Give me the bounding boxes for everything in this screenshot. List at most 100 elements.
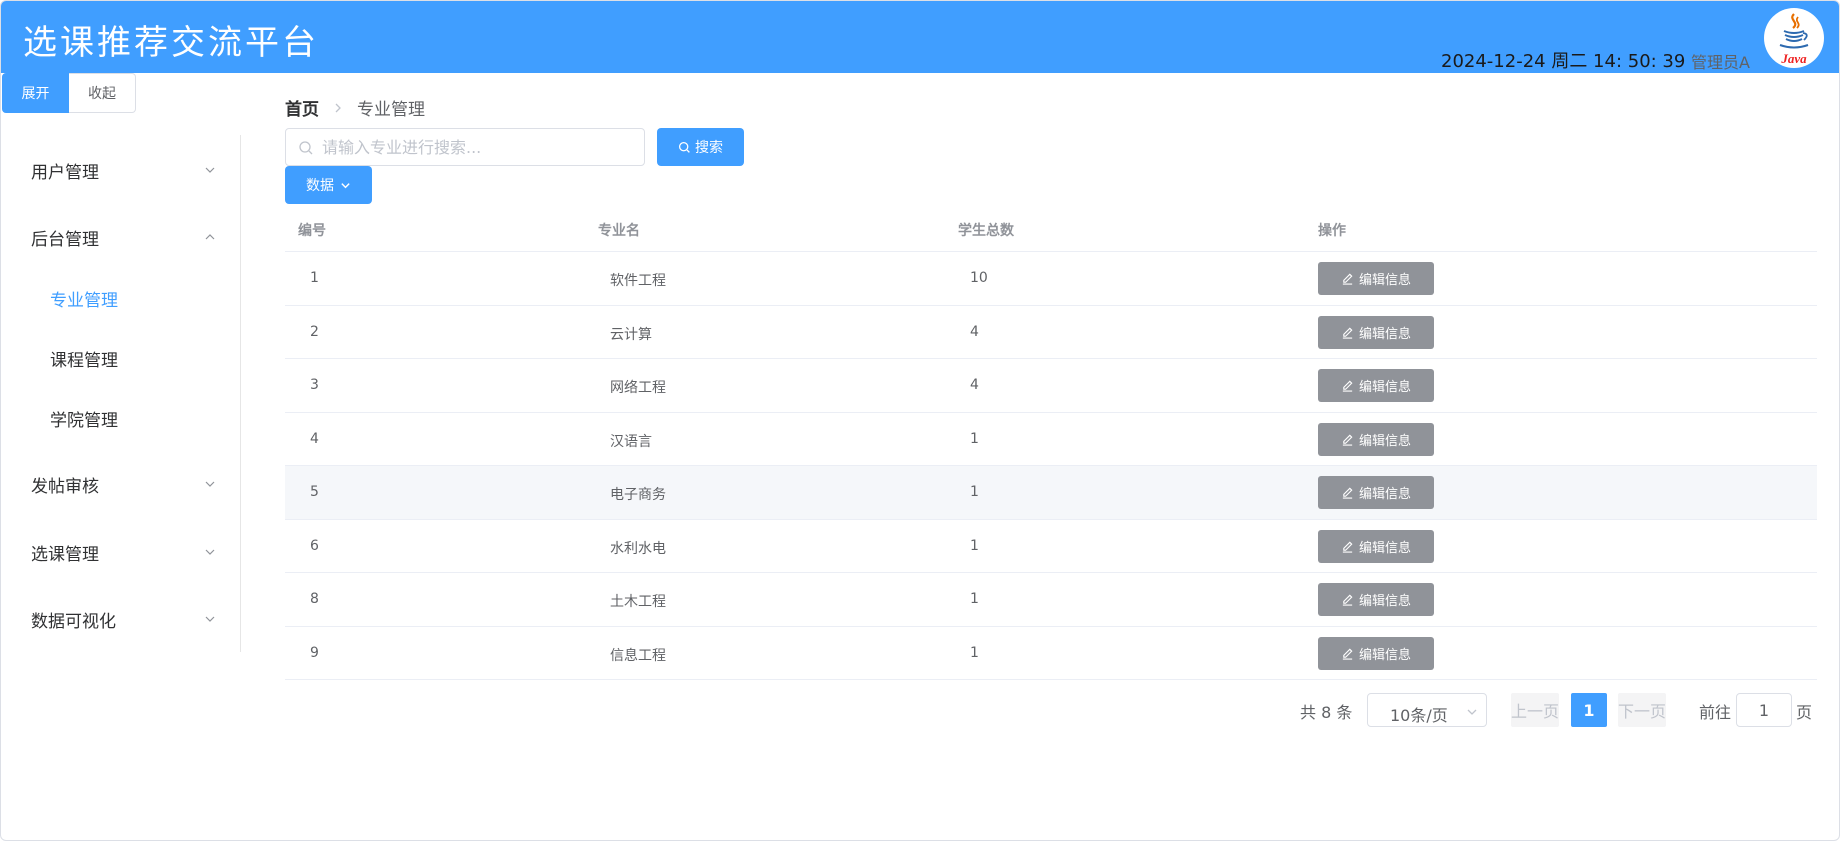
cell-major-name: 软件工程 <box>610 273 666 289</box>
edit-icon <box>1342 648 1353 660</box>
cell-student-count: 1 <box>970 484 979 500</box>
sidebar-toggle-group: 展开 收起 <box>2 73 136 113</box>
java-logo-icon: Java <box>1779 13 1809 66</box>
table-row: 4 汉语言 1 编辑信息 <box>285 413 1817 466</box>
sidebar-item-backend-management[interactable]: 后台管理 <box>1 209 241 265</box>
table-row: 9 信息工程 1 编辑信息 <box>285 627 1817 680</box>
sidebar-item-label: 课程管理 <box>50 350 118 371</box>
chevron-down-icon <box>205 167 215 173</box>
sidebar-item-course-management[interactable]: 课程管理 <box>1 333 241 383</box>
search-input[interactable] <box>322 135 632 159</box>
edit-info-button[interactable]: 编辑信息 <box>1318 636 1434 670</box>
edit-info-label: 编辑信息 <box>1358 326 1411 342</box>
edit-info-label: 编辑信息 <box>1358 487 1411 502</box>
table-body: 1 软件工程 10 编辑信息 2 云计算 4 编辑信息 3 网络工程 4 编辑信息 4 汉语言 1 编辑信息 5… <box>285 252 1817 680</box>
breadcrumb-home[interactable]: 首页 <box>285 95 319 120</box>
cell-id: 8 <box>310 591 319 607</box>
sidebar-item-data-visualization[interactable]: 数据可视化 <box>1 591 241 647</box>
edit-info-label: 编辑信息 <box>1358 380 1411 395</box>
edit-icon <box>1342 594 1353 606</box>
svg-text:Java: Java <box>1780 51 1807 66</box>
app-title: 选课推荐交流平台 <box>23 23 319 63</box>
chevron-right-icon <box>335 103 341 112</box>
edit-info-button[interactable]: 编辑信息 <box>1318 583 1434 616</box>
cell-id: 6 <box>310 537 319 554</box>
cell-student-count: 1 <box>970 591 979 607</box>
search-button[interactable]: 搜索 <box>657 128 744 166</box>
table-row: 5 电子商务 1 编辑信息 <box>285 466 1817 520</box>
edit-icon <box>1342 434 1353 446</box>
cell-major-name: 汉语言 <box>610 433 652 450</box>
cell-student-count: 1 <box>970 430 979 447</box>
search-button-label: 搜索 <box>695 140 723 156</box>
page-number-current[interactable]: 1 <box>1571 693 1607 727</box>
cell-student-count: 1 <box>970 644 979 661</box>
sidebar-item-label: 用户管理 <box>31 162 99 183</box>
edit-icon <box>1342 541 1353 553</box>
sidebar-item-label: 发帖审核 <box>31 476 99 497</box>
expand-button[interactable]: 展开 <box>2 73 69 113</box>
goto-page-input[interactable] <box>1736 693 1792 727</box>
data-button-label: 数据 <box>306 178 334 194</box>
cell-student-count: 4 <box>970 377 979 393</box>
column-header-major-name: 专业名 <box>598 223 640 239</box>
edit-info-button[interactable]: 编辑信息 <box>1318 315 1434 349</box>
table-header: 编号 专业名 学生总数 操作 <box>285 206 1817 252</box>
edit-info-button[interactable]: 编辑信息 <box>1318 369 1434 402</box>
page-suffix-label: 页 <box>1796 703 1813 722</box>
search-icon <box>678 141 690 153</box>
sidebar-item-course-selection[interactable]: 选课管理 <box>1 524 241 580</box>
breadcrumb: 首页 专业管理 <box>285 95 425 120</box>
search-field <box>285 128 645 166</box>
sidebar-item-label: 数据可视化 <box>31 611 116 632</box>
edit-icon <box>1342 487 1353 499</box>
column-header-actions: 操作 <box>1318 223 1346 239</box>
cell-student-count: 10 <box>970 270 988 286</box>
cell-major-name: 信息工程 <box>610 647 666 664</box>
edit-info-button[interactable]: 编辑信息 <box>1318 262 1434 295</box>
cell-id: 1 <box>310 270 319 286</box>
cell-id: 5 <box>310 484 319 500</box>
edit-info-button[interactable]: 编辑信息 <box>1318 529 1434 563</box>
cell-id: 9 <box>310 644 319 661</box>
page-size-value: 10条/页 <box>1390 706 1448 725</box>
app-window: 选课推荐交流平台 2024-12-24 周二 14: 50: 39 管理员A J… <box>0 0 1840 841</box>
prev-page-button[interactable]: 上一页 <box>1511 693 1559 727</box>
sidebar-menu: 用户管理 后台管理 专业管理 课程管理 学院管理 发帖审核 选课管理 数据可视化 <box>1 135 241 652</box>
column-header-id: 编号 <box>298 223 326 239</box>
sidebar-item-college-management[interactable]: 学院管理 <box>1 393 241 443</box>
edit-info-button[interactable]: 编辑信息 <box>1318 476 1434 509</box>
current-user[interactable]: 管理员A <box>1691 49 1750 73</box>
sidebar-item-label: 学院管理 <box>50 410 118 431</box>
page-size-select[interactable]: 10条/页 <box>1367 693 1487 727</box>
chevron-down-icon <box>1467 709 1477 715</box>
edit-info-label: 编辑信息 <box>1358 433 1411 449</box>
next-page-button[interactable]: 下一页 <box>1618 693 1666 727</box>
edit-info-label: 编辑信息 <box>1358 540 1411 556</box>
cell-major-name: 土木工程 <box>610 594 666 610</box>
breadcrumb-current: 专业管理 <box>357 100 425 120</box>
cell-id: 2 <box>310 323 319 340</box>
data-dropdown-button[interactable]: 数据 <box>285 166 372 204</box>
cell-major-name: 网络工程 <box>610 380 666 396</box>
edit-icon <box>1342 327 1353 339</box>
cell-major-name: 云计算 <box>610 326 652 343</box>
avatar[interactable]: Java <box>1764 8 1824 68</box>
current-datetime: 2024-12-24 周二 14: 50: 39 <box>1441 51 1686 72</box>
sidebar-item-major-management[interactable]: 专业管理 <box>1 273 241 323</box>
edit-info-button[interactable]: 编辑信息 <box>1318 422 1434 456</box>
cell-id: 4 <box>310 430 319 447</box>
edit-icon <box>1342 273 1353 285</box>
table-row: 1 软件工程 10 编辑信息 <box>285 252 1817 306</box>
chevron-up-icon <box>205 234 215 240</box>
goto-label: 前往 <box>1699 703 1732 722</box>
search-icon <box>299 141 313 155</box>
sidebar-item-post-review[interactable]: 发帖审核 <box>1 456 241 512</box>
cell-student-count: 4 <box>970 323 979 340</box>
collapse-button[interactable]: 收起 <box>69 73 136 113</box>
sidebar-item-label: 专业管理 <box>50 290 118 311</box>
cell-major-name: 电子商务 <box>610 487 666 503</box>
table-row: 8 土木工程 1 编辑信息 <box>285 573 1817 627</box>
sidebar-item-user-management[interactable]: 用户管理 <box>1 142 241 198</box>
chevron-down-icon <box>205 616 215 622</box>
